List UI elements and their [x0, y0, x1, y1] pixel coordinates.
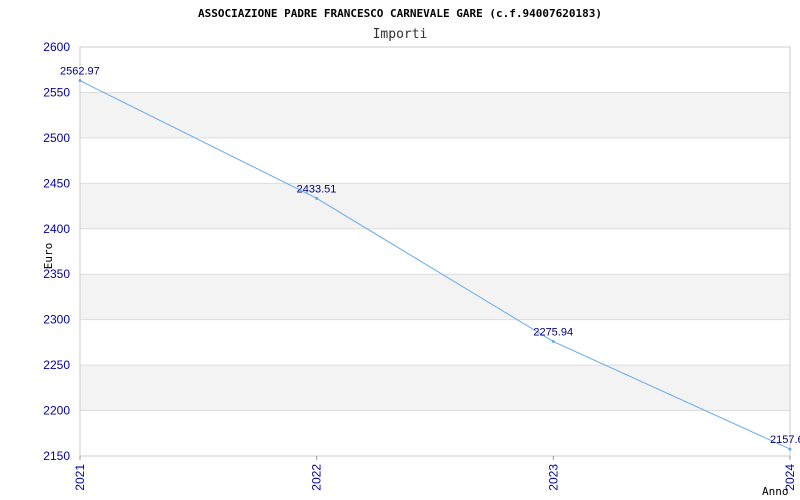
x-tick-label: 2022 [310, 464, 324, 491]
chart-subtitle: Importi [373, 27, 428, 42]
data-label: 2433.51 [297, 183, 337, 195]
x-tick-label: 2023 [546, 464, 560, 491]
data-point [788, 447, 792, 451]
y-tick-label: 2250 [43, 358, 70, 372]
grid-bands [80, 92, 790, 411]
grid-band [80, 274, 790, 320]
x-axis-label: Anno [762, 485, 789, 498]
y-axis-label: Euro [42, 243, 55, 270]
y-tick-label: 2400 [43, 222, 70, 236]
data-point [551, 340, 555, 344]
y-tick-label: 2300 [43, 313, 70, 327]
data-label: 2562.97 [60, 66, 100, 78]
line-chart: ASSOCIAZIONE PADRE FRANCESCO CARNEVALE G… [42, 7, 800, 498]
y-tick-label: 2600 [43, 40, 70, 54]
x-axis-ticks: 2021 2022 2023 2024 [73, 456, 797, 491]
grid-band [80, 92, 790, 138]
y-tick-label: 2500 [43, 131, 70, 145]
grid-band [80, 365, 790, 411]
y-tick-label: 2150 [43, 449, 70, 463]
data-label: 2275.94 [533, 327, 573, 339]
x-tick-label: 2021 [73, 464, 87, 491]
y-tick-label: 2200 [43, 404, 70, 418]
data-point [315, 196, 319, 200]
data-point [78, 79, 82, 83]
y-tick-label: 2550 [43, 85, 70, 99]
y-tick-label: 2450 [43, 176, 70, 190]
grid-band [80, 183, 790, 229]
chart-title: ASSOCIAZIONE PADRE FRANCESCO CARNEVALE G… [198, 7, 602, 20]
data-label: 2157.6 [770, 434, 800, 446]
